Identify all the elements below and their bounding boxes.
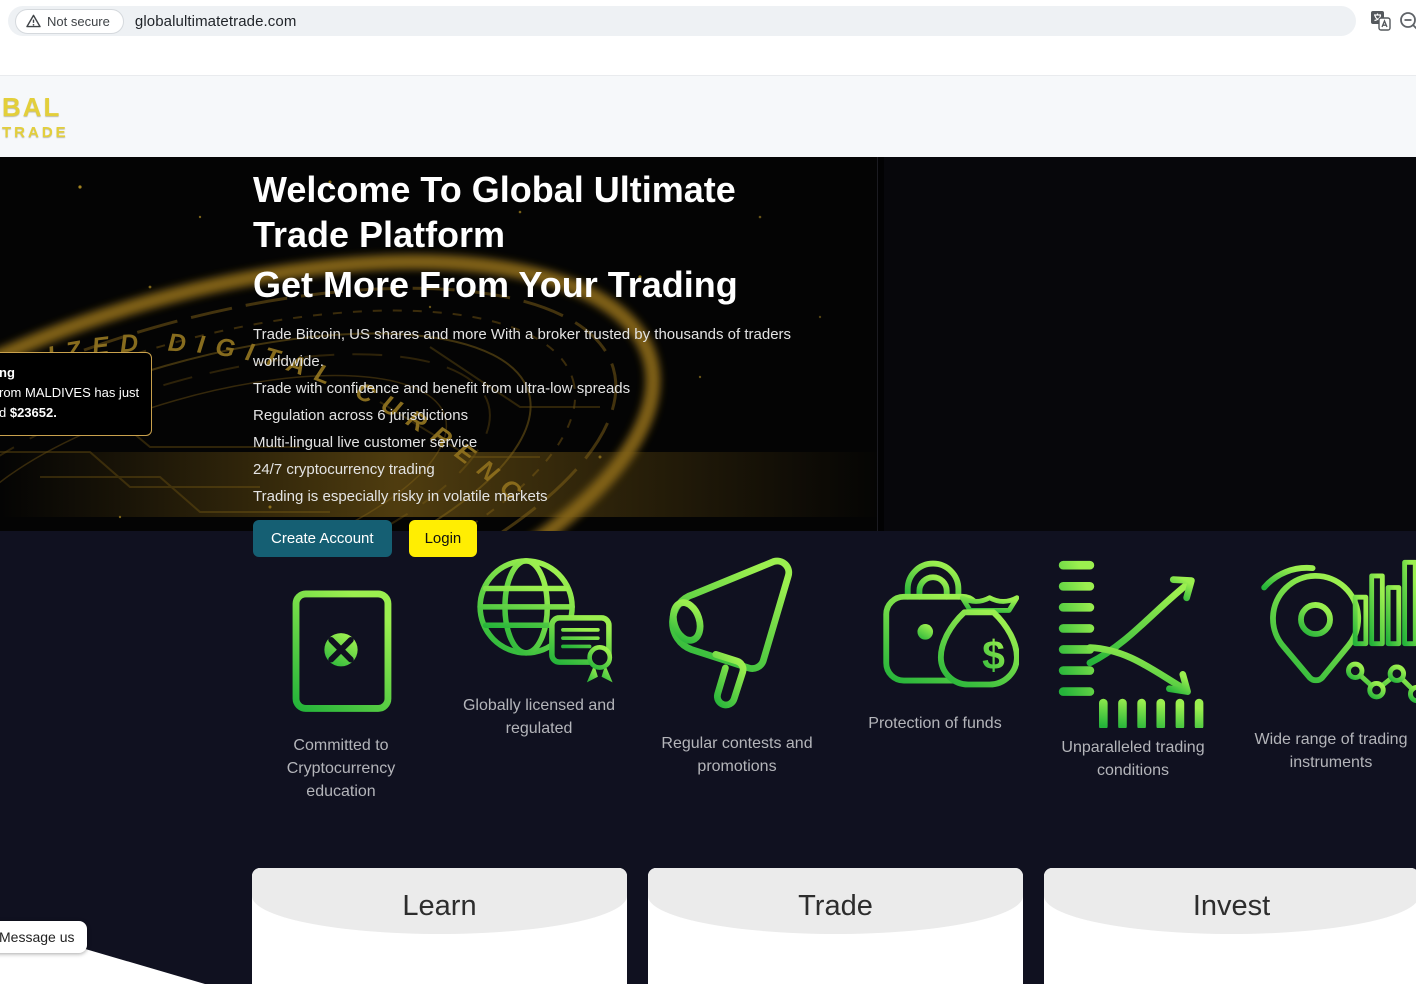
hero-para-line: Trading is especially risky in volatile … xyxy=(253,483,791,510)
feature-instruments: Wide range of trading instruments xyxy=(1232,548,1416,803)
hero-para-line: Trade with confidence and benefit from u… xyxy=(253,375,791,402)
card-learn-label: Learn xyxy=(252,868,627,934)
notification-amount: $23652. xyxy=(10,405,57,420)
deposit-notification-toast: ng rom MALDIVES has just d $23652. xyxy=(0,352,152,436)
address-bar[interactable]: Not secure globalultimatetrade.com xyxy=(8,6,1356,36)
hero-title: Welcome To Global Ultimate Trade Platfor… xyxy=(253,167,791,307)
feature-protection: $ Protection of funds xyxy=(836,548,1034,803)
feature-licensed: Globally licensed and regulated xyxy=(440,548,638,803)
logo-line2: TRADE xyxy=(2,125,69,140)
notification-line2: rom MALDIVES has just xyxy=(0,383,141,403)
url-text[interactable]: globalultimatetrade.com xyxy=(135,13,297,30)
card-learn[interactable]: Learn xyxy=(252,868,627,984)
card-trade[interactable]: Trade xyxy=(648,868,1023,984)
warning-icon xyxy=(26,14,41,28)
translate-icon[interactable] xyxy=(1370,10,1391,36)
dollar-glyph: $ xyxy=(982,632,1005,678)
feature-label: Wide range of trading instruments xyxy=(1242,728,1416,774)
hero-para-line: Regulation across 6 jurisdictions xyxy=(253,402,791,429)
hero-paragraphs: Trade Bitcoin, US shares and more With a… xyxy=(253,321,791,510)
site-header: BAL TRADE xyxy=(0,42,1416,157)
login-button[interactable]: Login xyxy=(409,520,478,557)
hero-title-line1: Welcome To Global Ultimate xyxy=(253,167,791,212)
feature-label: Unparalleled trading conditions xyxy=(1044,736,1222,782)
not-secure-label: Not secure xyxy=(47,14,110,29)
hero-para-line: worldwide. xyxy=(253,348,791,375)
book-icon xyxy=(276,548,406,726)
feature-label: Globally licensed and regulated xyxy=(450,694,628,740)
megaphone-icon xyxy=(652,548,822,724)
hero-para-line: Multi-lingual live customer service xyxy=(253,429,791,456)
logo-line1: BAL xyxy=(2,94,69,120)
pin-barchart-icon xyxy=(1239,548,1416,720)
hero-para-line: 24/7 cryptocurrency trading xyxy=(253,456,791,483)
hero-right-panel xyxy=(884,157,1416,531)
hero-para-line: Trade Bitcoin, US shares and more With a… xyxy=(253,321,791,348)
hero-section: RALIZED DIGITAL CURRENC Welcome To Globa… xyxy=(0,157,1416,531)
site-logo[interactable]: BAL TRADE xyxy=(2,94,69,140)
hero-title-line3: Get More From Your Trading xyxy=(253,262,791,307)
not-secure-chip[interactable]: Not secure xyxy=(15,9,124,34)
feature-label: Committed to Cryptocurrency education xyxy=(252,734,430,803)
card-trade-label: Trade xyxy=(648,868,1023,934)
hero-title-line2: Trade Platform xyxy=(253,212,791,257)
action-cards: Learn Trade Invest xyxy=(252,868,1416,984)
card-invest[interactable]: Invest xyxy=(1044,868,1416,984)
lock-moneybag-icon: $ xyxy=(851,548,1019,704)
card-invest-label: Invest xyxy=(1044,868,1416,934)
feature-conditions: Unparalleled trading conditions xyxy=(1034,548,1232,803)
feature-contests: Regular contests and promotions xyxy=(638,548,836,803)
globe-certificate-icon xyxy=(455,548,623,686)
message-us-button[interactable]: Message us xyxy=(0,921,87,953)
create-account-button[interactable]: Create Account xyxy=(253,520,392,557)
browser-toolbar: Not secure globalultimatetrade.com xyxy=(0,0,1416,42)
feature-education: Committed to Cryptocurrency education xyxy=(242,548,440,803)
hero-divider xyxy=(877,157,884,531)
notification-line1: ng xyxy=(0,363,141,383)
feature-label: Regular contests and promotions xyxy=(648,732,826,778)
zoom-out-icon[interactable] xyxy=(1398,10,1416,37)
chart-arrows-icon xyxy=(1046,548,1220,728)
notification-line3: d $23652. xyxy=(0,403,141,423)
feature-label: Protection of funds xyxy=(868,712,1001,735)
